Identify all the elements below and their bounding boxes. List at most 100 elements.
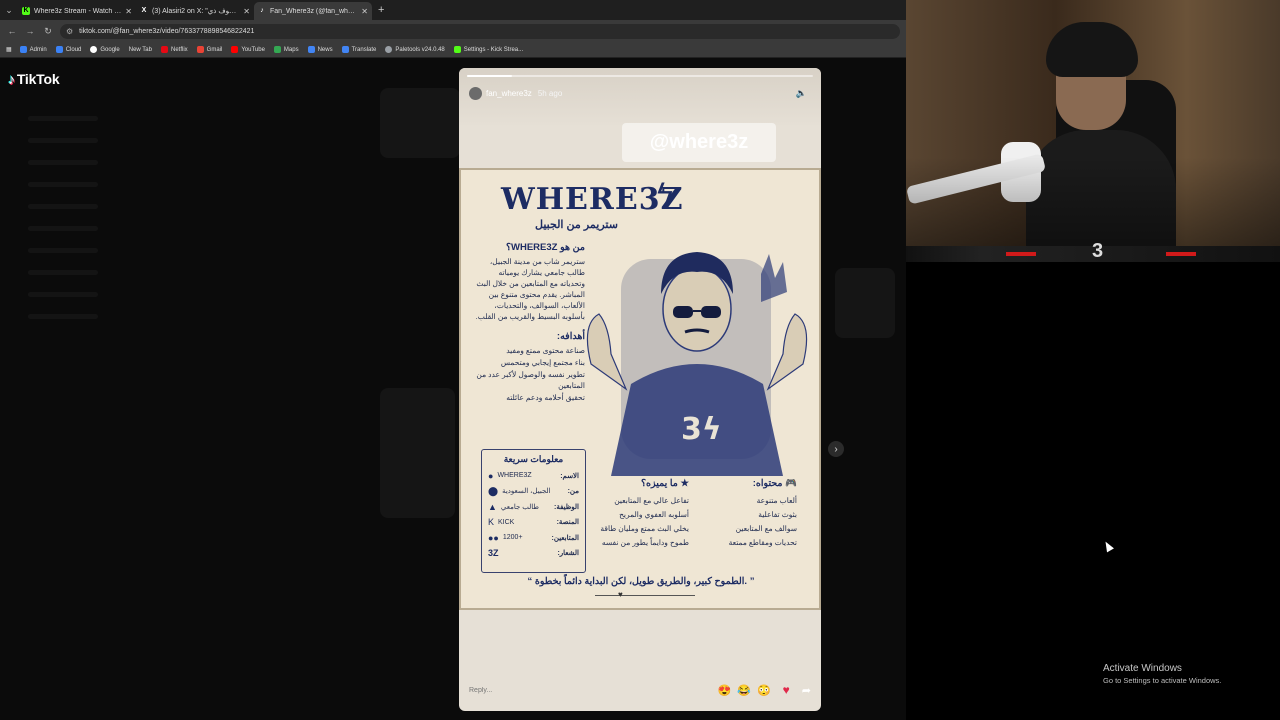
volume-muted-icon[interactable]: 🔈: [796, 88, 807, 99]
maps-icon: [273, 46, 281, 53]
lightning-icon: ϟ: [657, 177, 673, 210]
tiktok-icon: ♪: [260, 7, 264, 14]
mention-sticker[interactable]: @where3z: [622, 123, 776, 162]
next-story-chevron-icon[interactable]: ›: [828, 441, 844, 457]
admin-icon: [19, 46, 27, 53]
bookmark-netflix[interactable]: Netflix: [160, 46, 188, 53]
address-bar: ← → ↻ ⚙ tiktok.com/@fan_where3z/video/76…: [0, 20, 906, 42]
pin-icon: ⬤: [488, 485, 499, 496]
info-row: ⬤ الجبيل، السعودية من:: [488, 485, 579, 496]
heart-icon: ♥: [618, 590, 623, 599]
users-icon: ●●: [488, 532, 499, 543]
like-heart-icon[interactable]: ♥: [783, 683, 790, 697]
info-title: معلومات سريعة: [503, 454, 564, 464]
url-field[interactable]: ⚙ tiktok.com/@fan_where3z/video/76337788…: [60, 23, 900, 39]
webcam-overlay: 3: [906, 0, 1280, 262]
avatar[interactable]: [469, 87, 482, 100]
dimmed-sidebar-item: [28, 314, 98, 319]
quick-info-box: معلومات سريعة ● WHERE3Z الاسم: ⬤ الجبيل، ال…: [481, 449, 586, 573]
bookmark-news[interactable]: News: [307, 46, 333, 53]
cloud-icon: [55, 46, 63, 53]
special-item: أسلوبه العفوي والمريح: [619, 510, 689, 519]
bookmark-google[interactable]: Google: [90, 46, 120, 53]
site-info-icon[interactable]: ⚙: [66, 27, 73, 36]
goal-item: تحقيق أحلامه ودعم عائلته: [506, 393, 585, 402]
streamer-logo-icon: 3: [1092, 240, 1104, 262]
dimmed-sidebar-item: [28, 116, 98, 121]
emoji-flushed-button[interactable]: 😳: [757, 684, 771, 697]
who-text: ستريمر شاب من مدينة الجبيل، طالب جامعي ي…: [475, 257, 585, 321]
close-icon[interactable]: ✕: [125, 7, 132, 16]
gamepad-icon: 🎮: [782, 478, 797, 489]
cap-icon: ▲: [488, 501, 497, 512]
bookmark-youtube[interactable]: YouTube: [231, 46, 265, 53]
red-accent: [1006, 252, 1036, 256]
svg-text:3ϟ: 3ϟ: [681, 412, 722, 447]
dimmed-sidebar-item: [28, 292, 98, 297]
star-icon: ★: [677, 478, 689, 489]
youtube-icon: [231, 46, 239, 53]
tab-x[interactable]: X (3) Alasiri2 on X: "تقيب شوف ذي" ✕: [136, 2, 254, 20]
reply-bar: 😍 😂 😳 ♥ ➦: [459, 674, 821, 706]
kick-icon: [453, 46, 461, 53]
activate-windows-watermark: Activate Windows Go to Settings to activ…: [1103, 663, 1221, 685]
logo-icon: 3Z: [488, 548, 499, 559]
content-item: بثوث تفاعلية: [758, 510, 797, 519]
story-username[interactable]: fan_where3z: [486, 89, 532, 98]
content-section: 🎮 محتواه: ألعاب متنوعة بثوث تفاعلية سوال…: [705, 477, 797, 550]
poster-image: WHERE3Z ϟ ستريمر من الجبيل 3ϟ من هو WHER…: [459, 168, 821, 610]
tiktok-note-icon: ♪: [8, 71, 15, 87]
bookmark-new-tab[interactable]: New Tab: [129, 47, 152, 53]
tab-title: (3) Alasiri2 on X: "تقيب شوف ذي": [152, 8, 240, 15]
forward-arrow-icon[interactable]: →: [24, 26, 36, 36]
special-item: طموح ودايماً يطور من نفسه: [601, 538, 689, 547]
red-accent: [1166, 252, 1196, 256]
apps-grid-icon[interactable]: ▦: [6, 46, 12, 53]
user-icon: ●: [488, 470, 494, 481]
activate-subtitle: Go to Settings to activate Windows.: [1103, 676, 1222, 685]
close-icon[interactable]: ✕: [361, 7, 368, 16]
goal-item: بناء مجتمع إيجابي ومتحمس: [500, 358, 585, 367]
dimmed-sidebar-item: [28, 182, 98, 187]
story-viewer[interactable]: fan_where3z 5h ago 🔈 @where3z WHERE3Z ϟ …: [459, 68, 821, 711]
close-icon[interactable]: ✕: [243, 7, 250, 16]
bookmark-admin[interactable]: Admin: [19, 46, 47, 53]
gmail-icon: [196, 46, 204, 53]
info-row: ●● 1200+ المتابعين:: [488, 532, 579, 543]
paletools-icon: [385, 46, 393, 53]
tab-tiktok[interactable]: ♪ Fan_Where3z (@fan_where3z) | ✕: [254, 2, 372, 20]
emoji-laugh-button[interactable]: 😂: [737, 684, 751, 697]
new-tab-plus-icon[interactable]: +: [378, 4, 384, 16]
info-row: K KICK المنصة:: [488, 517, 579, 528]
reply-input[interactable]: [469, 686, 712, 694]
bookmark-kick-settings[interactable]: Settings - Kick Strea...: [453, 46, 523, 53]
dimmed-sidebar-item: [28, 248, 98, 253]
dimmed-sidebar-item: [28, 204, 98, 209]
who-section: من هو WHERE3Z؟ ستريمر شاب من مدينة الجبي…: [475, 242, 585, 404]
share-arrow-icon[interactable]: ➦: [802, 684, 811, 697]
bookmark-translate[interactable]: Translate: [341, 46, 376, 53]
goal-item: صناعة محتوى ممتع ومفيد: [506, 346, 585, 355]
bookmark-cloud[interactable]: Cloud: [55, 46, 81, 53]
bookmark-paletools[interactable]: Paletools v24.0.48: [385, 46, 445, 53]
content-item: تحديات ومقاطع ممتعة: [728, 538, 797, 547]
back-arrow-icon[interactable]: ←: [6, 26, 18, 36]
bookmark-maps[interactable]: Maps: [273, 46, 299, 53]
dimmed-sidebar-item: [28, 226, 98, 231]
special-item: تفاعل عالي مع المتابعين: [614, 496, 689, 505]
who-title: من هو WHERE3Z؟: [505, 242, 585, 253]
dimmed-sidebar-item: [28, 270, 98, 275]
dimmed-sidebar-item: [28, 138, 98, 143]
tab-kick[interactable]: K Where3z Stream - Watch Live o ✕: [18, 2, 136, 20]
special-title: ★ ما يميزه؟: [640, 478, 689, 489]
content-title: 🎮 محتواه:: [752, 478, 797, 489]
tab-title: Where3z Stream - Watch Live o: [34, 7, 122, 15]
netflix-icon: [160, 46, 168, 53]
dimmed-background: [835, 268, 895, 338]
tab-search-chevron-icon[interactable]: ⌄: [0, 0, 18, 20]
reload-icon[interactable]: ↻: [42, 26, 54, 37]
x-icon: X: [141, 7, 147, 14]
bookmark-gmail[interactable]: Gmail: [196, 46, 222, 53]
tiktok-logo[interactable]: ♪ TikTok: [8, 71, 60, 87]
emoji-heart-eyes-button[interactable]: 😍: [718, 684, 732, 697]
